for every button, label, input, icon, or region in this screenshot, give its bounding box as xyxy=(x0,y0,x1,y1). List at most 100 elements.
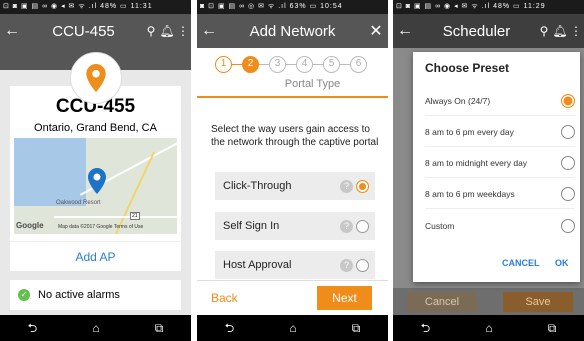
system-nav-bar: ⮌ ⌂ ⧉ xyxy=(0,315,191,341)
help-icon[interactable]: ? xyxy=(340,258,353,272)
back-button[interactable]: Back xyxy=(211,291,238,305)
search-icon[interactable]: ⚲ xyxy=(536,24,552,38)
app-bar-title: Scheduler xyxy=(442,22,511,40)
radio-unselected[interactable] xyxy=(561,218,575,233)
option-label: Host Approval xyxy=(223,259,292,271)
option-label: Self Sign In xyxy=(223,220,280,232)
step-title: Portal Type xyxy=(284,78,341,90)
radio-unselected[interactable] xyxy=(356,219,369,233)
step-4: 4 xyxy=(296,56,313,73)
help-icon[interactable]: ? xyxy=(340,179,353,193)
bell-icon[interactable]: 🔔︎ xyxy=(159,24,175,38)
nav-home-icon[interactable]: ⌂ xyxy=(485,315,492,341)
device-body: CCU-455 Ontario, Grand Bend, CA Oakwood … xyxy=(0,48,191,315)
check-circle-icon: ✓ xyxy=(18,289,30,301)
radio-unselected[interactable] xyxy=(561,125,575,139)
background-save-button: Save xyxy=(503,292,573,312)
back-arrow-icon[interactable]: ← xyxy=(197,22,221,40)
step-3: 3 xyxy=(269,56,286,73)
alarm-status: ✓ No active alarms xyxy=(10,280,181,310)
nav-recents-icon[interactable]: ⧉ xyxy=(155,315,164,341)
location-pin-icon xyxy=(86,64,106,92)
background-cancel-button: Cancel xyxy=(407,292,477,312)
preset-label: 8 am to midnight every day xyxy=(425,158,528,168)
step-connector xyxy=(340,63,350,66)
stepper: 1 2 3 4 5 6 Portal Type xyxy=(197,48,388,98)
step-connector xyxy=(232,63,242,66)
option-label: Click-Through xyxy=(223,180,292,192)
step-6: 6 xyxy=(350,56,367,73)
step-connector xyxy=(286,63,296,66)
search-icon[interactable]: ⚲ xyxy=(143,24,159,38)
cancel-button[interactable]: CANCEL xyxy=(502,258,540,268)
more-vert-icon[interactable]: ⋮ xyxy=(175,24,191,38)
portal-description: Select the way users gain access to the … xyxy=(211,124,379,148)
phone-add-network: ◙ ⊡ ▣ ▤ ∞ ◎ ✉ ᯤ .ıl 63% ▭ 10:54 ← Add Ne… xyxy=(197,0,388,341)
nav-back-icon[interactable]: ⮌ xyxy=(421,315,431,341)
nav-back-icon[interactable]: ⮌ xyxy=(225,315,235,341)
preset-label: 8 am to 6 pm every day xyxy=(425,127,514,137)
choose-preset-dialog: Choose Preset Always On (24/7) 8 am to 6… xyxy=(413,52,580,282)
bell-icon[interactable]: 🔔︎ xyxy=(552,24,568,38)
alarm-text: No active alarms xyxy=(38,289,120,301)
app-bar: ← Scheduler ⚲ 🔔︎ ⋮ xyxy=(393,14,584,48)
phone-device-detail: ⊡ ◙ ▣ ▤ ∞ ◉ ◂ ✉ ᯤ .ıl 48% ▭ 11:31 ← CCU-… xyxy=(0,0,191,341)
map-water xyxy=(14,138,86,206)
step-2[interactable]: 2 xyxy=(242,56,259,73)
location-badge xyxy=(70,52,122,104)
map-pin-icon[interactable] xyxy=(88,168,106,194)
back-arrow-icon[interactable]: ← xyxy=(393,22,417,40)
nav-recents-icon[interactable]: ⧉ xyxy=(548,315,557,341)
nav-home-icon[interactable]: ⌂ xyxy=(92,315,99,341)
map-view[interactable]: Oakwood Resort 21 Google Map data ©2017 … xyxy=(14,138,177,234)
add-ap-button[interactable]: Add AP xyxy=(10,241,181,271)
step-1[interactable]: 1 xyxy=(215,56,232,73)
preset-option[interactable]: 8 am to 6 pm every day xyxy=(425,118,575,147)
device-card: CCU-455 Ontario, Grand Bend, CA Oakwood … xyxy=(10,86,181,271)
status-icons: ◙ ⊡ ▣ ▤ ∞ ◎ ✉ ᯤ .ıl 63% ▭ 10:54 xyxy=(200,3,343,10)
preset-label: Always On (24/7) xyxy=(425,96,491,106)
app-bar-title: Add Network xyxy=(249,22,336,40)
preset-label: Custom xyxy=(425,220,455,231)
google-logo: Google xyxy=(16,221,44,230)
system-nav-bar: ⮌ ⌂ ⧉ xyxy=(393,315,584,341)
radio-unselected[interactable] xyxy=(561,187,575,201)
map-poi-label: Oakwood Resort xyxy=(56,200,101,206)
option-click-through[interactable]: Click-Through ? xyxy=(215,172,375,200)
help-icon[interactable]: ? xyxy=(340,219,353,233)
ok-button[interactable]: OK xyxy=(555,258,569,268)
more-vert-icon[interactable]: ⋮ xyxy=(568,24,584,38)
app-bar: ← Add Network ✕ xyxy=(197,14,388,48)
status-bar: ◙ ⊡ ▣ ▤ ∞ ◎ ✉ ᯤ .ıl 63% ▭ 10:54 xyxy=(197,0,388,14)
option-self-sign-in[interactable]: Self Sign In ? xyxy=(215,212,375,240)
system-nav-bar: ⮌ ⌂ ⧉ xyxy=(197,315,388,341)
preset-option[interactable]: Custom xyxy=(425,211,575,240)
next-button[interactable]: Next xyxy=(317,286,372,310)
radio-selected[interactable] xyxy=(356,179,369,193)
map-road xyxy=(54,216,177,218)
nav-back-icon[interactable]: ⮌ xyxy=(28,315,38,341)
status-bar: ⊡ ◙ ▣ ▤ ∞ ◉ ◂ ✉ ᯤ .ıl 48% ▭ 11:31 xyxy=(0,0,191,14)
step-connector xyxy=(313,63,323,66)
radio-unselected[interactable] xyxy=(356,258,369,272)
status-bar: ⊡ ◙ ▣ ▤ ∞ ◉ ◂ ✉ ᯤ .ıl 48% ▭ 11:29 xyxy=(393,0,584,14)
map-copyright: Map data ©2017 Google Terms of Use xyxy=(58,224,144,230)
map-road-shield: 21 xyxy=(130,212,140,220)
preset-option[interactable]: 8 am to midnight every day xyxy=(425,149,575,178)
preset-label: 8 am to 6 pm weekdays xyxy=(425,189,515,199)
radio-selected[interactable] xyxy=(561,94,575,108)
radio-unselected[interactable] xyxy=(561,156,575,170)
status-icons: ⊡ ◙ ▣ ▤ ∞ ◉ ◂ ✉ ᯤ .ıl 48% ▭ 11:29 xyxy=(396,3,546,10)
app-bar: ← CCU-455 ⚲ 🔔︎ ⋮ xyxy=(0,14,191,48)
nav-home-icon[interactable]: ⌂ xyxy=(289,315,296,341)
preset-option[interactable]: Always On (24/7) xyxy=(425,87,575,116)
phone-scheduler: ⊡ ◙ ▣ ▤ ∞ ◉ ◂ ✉ ᯤ .ıl 48% ▭ 11:29 ← Sche… xyxy=(393,0,584,341)
nav-recents-icon[interactable]: ⧉ xyxy=(352,315,361,341)
device-location: Ontario, Grand Bend, CA xyxy=(34,122,157,134)
dialog-title: Choose Preset xyxy=(425,61,510,75)
step-connector xyxy=(259,63,269,66)
preset-option[interactable]: 8 am to 6 pm weekdays xyxy=(425,180,575,209)
option-host-approval[interactable]: Host Approval ? xyxy=(215,251,375,279)
close-icon[interactable]: ✕ xyxy=(364,21,388,41)
back-arrow-icon[interactable]: ← xyxy=(0,22,24,40)
